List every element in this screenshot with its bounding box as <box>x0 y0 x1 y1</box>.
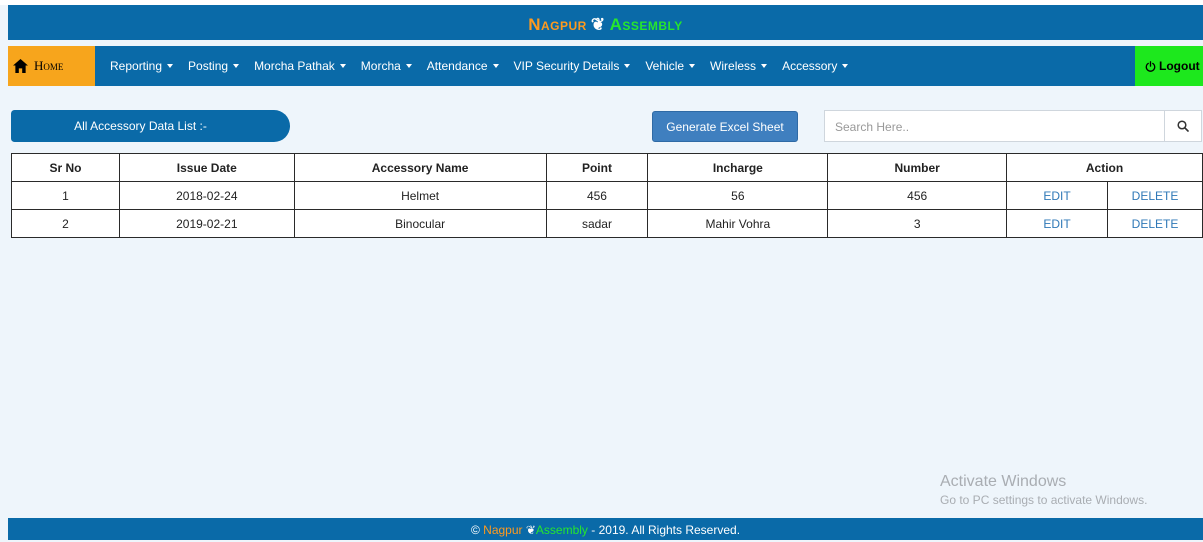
nav-accessory[interactable]: Accessory <box>782 59 849 73</box>
home-label: Home <box>34 58 64 73</box>
footer: © Nagpur ❦Assembly - 2019. All Rights Re… <box>8 518 1203 540</box>
edit-link[interactable]: EDIT <box>1043 217 1070 231</box>
logout-label: Logout <box>1159 59 1200 73</box>
delete-link[interactable]: DELETE <box>1132 217 1179 231</box>
caret-down-icon <box>689 64 696 68</box>
caret-down-icon <box>624 64 631 68</box>
col-header-incharge: Incharge <box>647 153 829 182</box>
search-button[interactable] <box>1164 111 1201 141</box>
brand-part-1: Nagpur <box>528 15 587 34</box>
edit-link[interactable]: EDIT <box>1043 189 1070 203</box>
cell-edit: EDIT <box>1006 181 1108 210</box>
col-header-number: Number <box>827 153 1008 182</box>
nav-home[interactable]: Home <box>8 46 95 86</box>
cell-incharge: 56 <box>647 181 829 210</box>
nav-label: Vehicle <box>645 59 685 73</box>
nav-vip-security-details[interactable]: VIP Security Details <box>514 59 631 73</box>
nav-label: Posting <box>188 59 229 73</box>
cell-sr-no: 1 <box>11 181 120 210</box>
nav-wireless[interactable]: Wireless <box>710 59 768 73</box>
cell-edit: EDIT <box>1006 209 1108 238</box>
list-title-tab: All Accessory Data List :- <box>11 110 290 142</box>
footer-rights: - 2019. All Rights Reserved. <box>591 523 741 537</box>
caret-down-icon <box>167 64 174 68</box>
cell-accessory-name: Helmet <box>293 181 547 210</box>
cell-incharge: Mahir Vohra <box>647 209 829 238</box>
search-box <box>824 110 1202 143</box>
table-row: 2 2019-02-21 Binocular sadar Mahir Vohra… <box>11 209 1203 238</box>
nav-morcha-pathak[interactable]: Morcha Pathak <box>254 59 346 73</box>
copyright-symbol: © <box>470 523 480 537</box>
brand-part-2: Assembly <box>609 15 683 34</box>
nav-reporting[interactable]: Reporting <box>110 59 174 73</box>
generate-excel-button[interactable]: Generate Excel Sheet <box>652 111 798 142</box>
caret-down-icon <box>405 64 412 68</box>
cell-number: 456 <box>827 181 1008 210</box>
brand-header: Nagpur ❦ Assembly <box>8 5 1203 40</box>
nav-label: Wireless <box>710 59 757 73</box>
nav-posting[interactable]: Posting <box>188 59 240 73</box>
logout-button[interactable]: Logout <box>1135 46 1203 86</box>
footer-brand-part-2: Assembly <box>535 523 588 537</box>
col-header-issue-date: Issue Date <box>118 153 295 182</box>
col-header-point: Point <box>545 153 649 182</box>
caret-down-icon <box>339 64 346 68</box>
leaf-icon: ❦ <box>590 15 606 34</box>
caret-down-icon <box>233 64 240 68</box>
watermark-title: Activate Windows <box>940 473 1067 490</box>
cell-delete: DELETE <box>1107 181 1203 210</box>
cell-accessory-name: Binocular <box>293 209 547 238</box>
cell-issue-date: 2019-02-21 <box>118 209 295 238</box>
table-header-row: Sr No Issue Date Accessory Name Point In… <box>11 153 1203 182</box>
col-header-accessory-name: Accessory Name <box>293 153 547 182</box>
cell-number: 3 <box>827 209 1008 238</box>
caret-down-icon <box>492 64 499 68</box>
accessory-table: Sr No Issue Date Accessory Name Point In… <box>11 153 1203 238</box>
search-icon <box>1177 120 1189 132</box>
cell-delete: DELETE <box>1107 209 1203 238</box>
home-icon <box>13 59 28 73</box>
cell-issue-date: 2018-02-24 <box>118 181 295 210</box>
activation-watermark: Activate Windows Go to PC settings to ac… <box>940 473 1147 507</box>
power-icon <box>1145 60 1156 72</box>
col-header-action: Action <box>1006 153 1203 182</box>
delete-link[interactable]: DELETE <box>1132 189 1179 203</box>
nav-label: Attendance <box>426 59 488 73</box>
watermark-subtitle: Go to PC settings to activate Windows. <box>940 493 1148 507</box>
leaf-icon: ❦ <box>525 523 536 537</box>
cell-point: 456 <box>545 181 649 210</box>
nav-label: Reporting <box>110 59 163 73</box>
nav-label: Accessory <box>782 59 838 73</box>
main-navbar: Home Reporting Posting Morcha Pathak Mor… <box>8 46 1203 86</box>
table-row: 1 2018-02-24 Helmet 456 56 456 EDIT DELE… <box>11 181 1203 210</box>
nav-vehicle[interactable]: Vehicle <box>645 59 696 73</box>
caret-down-icon <box>761 64 768 68</box>
nav-label: VIP Security Details <box>513 59 620 73</box>
search-input[interactable] <box>825 111 1177 143</box>
caret-down-icon <box>842 64 849 68</box>
nav-label: Morcha <box>360 59 401 73</box>
col-header-sr-no: Sr No <box>11 153 120 182</box>
footer-brand-part-1: Nagpur <box>483 523 523 537</box>
cell-point: sadar <box>545 209 649 238</box>
nav-attendance[interactable]: Attendance <box>427 59 499 73</box>
cell-sr-no: 2 <box>11 209 120 238</box>
nav-morcha[interactable]: Morcha <box>361 59 412 73</box>
nav-label: Morcha Pathak <box>254 59 335 73</box>
